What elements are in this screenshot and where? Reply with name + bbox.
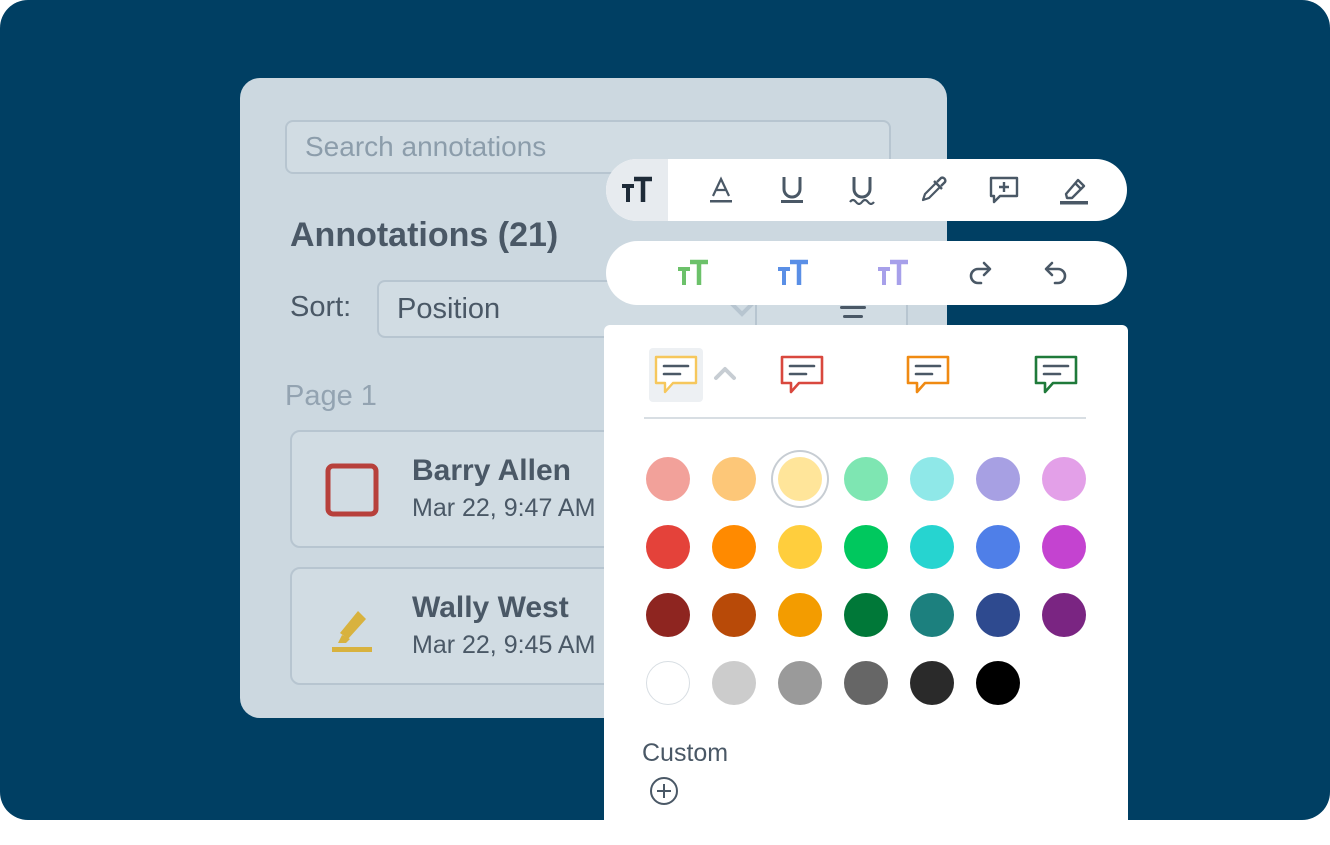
underline-button[interactable] bbox=[761, 159, 823, 221]
color-swatch[interactable] bbox=[844, 525, 888, 569]
eyedropper-icon bbox=[921, 176, 947, 202]
color-swatch[interactable] bbox=[712, 661, 756, 705]
note-green-icon bbox=[1034, 355, 1078, 394]
chevron-up-icon[interactable] bbox=[710, 359, 740, 389]
undo-icon bbox=[1044, 261, 1067, 285]
text-size-green-button[interactable] bbox=[662, 241, 724, 305]
text-toolbar bbox=[606, 159, 1127, 221]
text-size-green-icon bbox=[678, 259, 708, 285]
highlighter-icon bbox=[332, 611, 372, 652]
eyedropper-button[interactable] bbox=[902, 159, 964, 221]
sort-order-icon bbox=[840, 306, 866, 324]
text-color-icon bbox=[710, 176, 732, 203]
text-size-icon bbox=[622, 176, 652, 202]
redo-button[interactable] bbox=[950, 241, 1012, 305]
color-swatch[interactable] bbox=[844, 593, 888, 637]
annotation-author: Barry Allen bbox=[412, 454, 571, 487]
add-comment-icon bbox=[989, 176, 1019, 204]
squiggly-underline-button[interactable] bbox=[831, 159, 893, 221]
page-label: Page 1 bbox=[285, 380, 377, 412]
color-swatch[interactable] bbox=[844, 457, 888, 501]
color-swatch[interactable] bbox=[976, 457, 1020, 501]
color-swatch[interactable] bbox=[1042, 525, 1086, 569]
add-custom-color-icon[interactable] bbox=[648, 775, 680, 807]
color-picker: Custom bbox=[604, 325, 1128, 845]
color-swatch[interactable] bbox=[646, 457, 690, 501]
annotation-author: Wally West bbox=[412, 591, 569, 624]
note-style-green[interactable] bbox=[1029, 348, 1083, 402]
annotation-date: Mar 22, 9:47 AM bbox=[412, 494, 596, 522]
note-style-red[interactable] bbox=[775, 348, 829, 402]
annotation-date: Mar 22, 9:45 AM bbox=[412, 631, 596, 659]
sort-select-value: Position bbox=[397, 293, 501, 325]
undo-button[interactable] bbox=[1024, 241, 1086, 305]
note-orange-icon bbox=[906, 355, 950, 394]
note-red-icon bbox=[780, 355, 824, 394]
color-swatch[interactable] bbox=[1042, 457, 1086, 501]
text-size-purple-icon bbox=[878, 259, 908, 285]
custom-label: Custom bbox=[642, 739, 729, 767]
note-style-row bbox=[644, 345, 1086, 419]
color-swatch[interactable] bbox=[976, 525, 1020, 569]
highlighter-button[interactable] bbox=[1043, 159, 1105, 221]
color-swatch[interactable] bbox=[646, 661, 690, 705]
redo-icon bbox=[969, 261, 992, 285]
text-style-toolbar bbox=[606, 241, 1127, 305]
highlighter-icon bbox=[1060, 178, 1088, 205]
color-swatch[interactable] bbox=[976, 593, 1020, 637]
color-swatch[interactable] bbox=[910, 593, 954, 637]
color-swatch[interactable] bbox=[646, 593, 690, 637]
text-size-purple-button[interactable] bbox=[862, 241, 924, 305]
color-swatch[interactable] bbox=[778, 457, 822, 501]
color-swatch[interactable] bbox=[712, 593, 756, 637]
color-swatch[interactable] bbox=[646, 525, 690, 569]
squiggly-underline-icon bbox=[849, 177, 875, 205]
color-swatch[interactable] bbox=[910, 661, 954, 705]
color-swatch[interactable] bbox=[910, 525, 954, 569]
text-color-button[interactable] bbox=[690, 159, 752, 221]
sort-label: Sort: bbox=[290, 291, 352, 323]
color-swatch[interactable] bbox=[778, 593, 822, 637]
square-icon bbox=[325, 463, 379, 517]
color-swatch[interactable] bbox=[712, 525, 756, 569]
note-style-yellow[interactable] bbox=[649, 348, 703, 402]
color-swatch[interactable] bbox=[1042, 593, 1086, 637]
text-size-blue-button[interactable] bbox=[762, 241, 824, 305]
color-swatch[interactable] bbox=[778, 661, 822, 705]
panel-title: Annotations (21) bbox=[290, 216, 559, 254]
color-swatch[interactable] bbox=[910, 457, 954, 501]
text-size-blue-icon bbox=[778, 259, 808, 285]
color-swatch[interactable] bbox=[844, 661, 888, 705]
color-swatch[interactable] bbox=[712, 457, 756, 501]
note-yellow-icon bbox=[654, 355, 698, 394]
color-swatch[interactable] bbox=[976, 661, 1020, 705]
add-comment-button[interactable] bbox=[973, 159, 1035, 221]
note-style-orange[interactable] bbox=[901, 348, 955, 402]
text-size-button[interactable] bbox=[606, 159, 668, 221]
color-swatch[interactable] bbox=[778, 525, 822, 569]
underline-icon bbox=[781, 177, 803, 203]
